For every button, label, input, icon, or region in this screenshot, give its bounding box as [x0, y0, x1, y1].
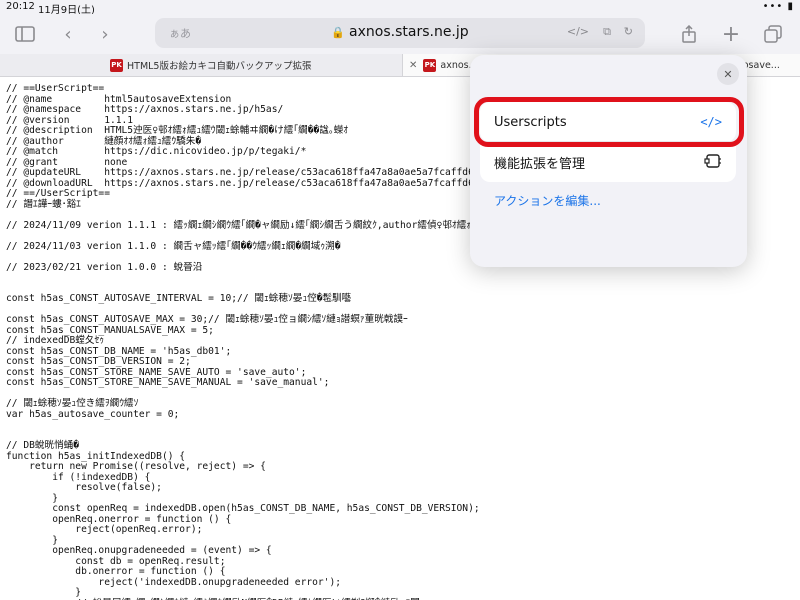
code-line: openReq.onupgradeneeded = (event) => { [6, 545, 272, 556]
code-line: const openReq = indexedDB.open(h5as_CONS… [6, 503, 480, 514]
extensions-popover: ✕ Userscripts </> 機能拡張を管理 アクションを編集... [470, 55, 747, 267]
edit-actions-link[interactable]: アクションを編集... [494, 192, 601, 209]
code-line: const h5as_CONST_MANUALSAVE_MAX = 5; [6, 324, 214, 336]
manage-extensions-label: 機能拡張を管理 [494, 156, 586, 172]
reload-icon[interactable]: ↻ [624, 25, 633, 38]
tab-overview-icon[interactable] [760, 22, 786, 46]
code-line: const h5as_CONST_DB_VERSION = 2; [6, 356, 191, 367]
status-indicators: ••• ▮ [762, 1, 794, 12]
code-line: // 閾ｪ蜍穂ｿ晏ｭ倥き繧ｦ繝ｳ繧ｿ [6, 398, 139, 409]
sidebar-icon[interactable] [12, 22, 38, 46]
code-line: const h5as_CONST_AUTOSAVE_MAX = 30;// 閾ｪ… [6, 314, 408, 325]
status-bar: 20:12 11月9日(土) ••• ▮ [0, 0, 800, 16]
favicon: PK [110, 58, 123, 72]
code-line: // indexedDB螳夂ｾｩ [6, 335, 105, 346]
extension-icon [704, 153, 722, 171]
forward-icon[interactable]: › [92, 22, 118, 46]
share-icon[interactable] [676, 22, 702, 46]
code-line: reject('indexedDB.onupgradeneeded error'… [6, 576, 342, 588]
code-line: resolve(false); [6, 482, 162, 493]
manage-extensions-row[interactable]: 機能拡張を管理 [480, 141, 736, 182]
code-line: reject(openReq.error); [6, 524, 203, 535]
code-line: const h5as_CONST_AUTOSAVE_INTERVAL = 10;… [6, 293, 352, 304]
code-line: const h5as_CONST_STORE_NAME_SAVE_MANUAL … [6, 377, 330, 388]
code-line: var h5as_autosave_counter = 0; [6, 408, 180, 420]
tab-backup-extension[interactable]: PK HTML5版お絵カキコ自動バックアップ拡張 [110, 54, 311, 76]
back-icon[interactable]: ‹ [55, 22, 81, 46]
code-icon[interactable]: </> [567, 25, 589, 38]
address-bar[interactable]: ぁあ 🔒 axnos.stars.ne.jp </> ⧉ ↻ [155, 18, 645, 48]
tab-label: HTML5版お絵カキコ自動バックアップ拡張 [127, 61, 312, 72]
extension-icon[interactable]: ⧉ [603, 25, 611, 39]
new-tab-icon[interactable]: + [718, 22, 744, 47]
code-line: // DB蛻晄悄蛹� [6, 440, 80, 451]
favicon: PK [423, 58, 437, 72]
browser-toolbar: ‹ › ぁあ 🔒 axnos.stars.ne.jp </> ⧉ ↻ + [0, 14, 800, 54]
close-tab-icon[interactable]: ✕ [409, 60, 417, 71]
highlight-frame [474, 97, 744, 147]
code-line: } [6, 587, 82, 598]
close-icon[interactable]: ✕ [717, 63, 739, 85]
url-text: axnos.stars.ne.jp [349, 24, 469, 40]
code-line: return new Promise((resolve, reject) => … [6, 461, 266, 472]
status-time: 20:12 [6, 1, 35, 12]
code-line: db.onerror = function () { [6, 566, 226, 577]
lock-icon: 🔒 [331, 26, 346, 39]
